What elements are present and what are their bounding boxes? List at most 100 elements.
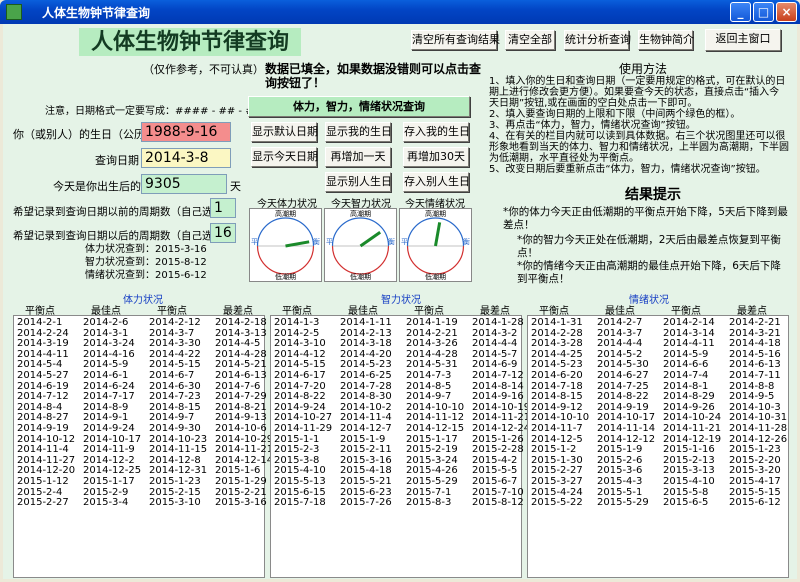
lower-arc xyxy=(331,245,390,275)
upper-arc xyxy=(331,217,390,247)
usage-step: 2、填入要查询日期的上限和下限（中间两个绿色的框）。 xyxy=(489,109,741,120)
days-label: 今天是你出生后的第 xyxy=(53,180,152,193)
cycle-list-panel[interactable]: 2014-1-3 2014-1-11 2014-1-19 2014-1-28 2014-… xyxy=(270,315,530,578)
list-date-cell: 2014-11-29 xyxy=(274,423,333,434)
list-column-header: 最佳点 xyxy=(605,306,635,317)
list-date-cell: 2015-1-17 xyxy=(83,476,135,487)
list-date-cell: 2015-8-3 xyxy=(406,497,452,509)
list-date-cell: 2015-1-23 xyxy=(149,476,201,487)
after-cycles-input[interactable]: 16 xyxy=(210,223,236,243)
stats-button[interactable]: 统计分析查询 xyxy=(564,30,631,50)
intellectual-dial-svg: 高潮期低潮期 平 衡 xyxy=(326,209,395,281)
show-today-button[interactable]: 显示今天日期 xyxy=(251,147,318,167)
result-line-emotional: *你的情绪今天正由高潮期的最佳点开始下降，6天后下降到平衡点！ xyxy=(517,260,781,285)
dial-right-label: 衡 xyxy=(388,237,395,246)
cycle-list-panel[interactable]: 2014-1-31 2014-2-7 2014-2-14 2014-2-21 2014-… xyxy=(527,315,789,578)
dial-left-label: 平 xyxy=(251,238,258,246)
close-button[interactable]: × xyxy=(776,2,797,22)
list-date-cell: 2015-1-29 xyxy=(215,476,267,487)
page-title: 人体生物钟节律查询 xyxy=(79,28,301,56)
list-column-header: 平衡点 xyxy=(671,306,701,317)
days-unit: 天 xyxy=(230,180,241,193)
list-date-cell: 2015-3-10 xyxy=(149,497,201,509)
dial-bottom-label: 低潮期 xyxy=(275,272,296,281)
save-my-birthday-button[interactable]: 存入我的生日 xyxy=(403,122,470,142)
list-date-cell: 2015-5-13 xyxy=(274,476,326,487)
list-date-cell: 2015-7-18 xyxy=(274,497,326,509)
list-date-cell: 2014-7-3 xyxy=(406,370,452,381)
show-my-birthday-button[interactable]: 显示我的生日 xyxy=(325,122,392,142)
dial-needle xyxy=(359,231,382,248)
emotional-dial-svg: 高潮期低潮期 平 衡 xyxy=(401,209,470,281)
list-column-header: 最佳点 xyxy=(348,306,378,317)
list-date-cell: 2015-5-29 xyxy=(406,476,458,487)
dial-right-label: 衡 xyxy=(313,237,320,246)
list-date-cell: 2014-1-28 xyxy=(472,317,524,328)
usage-title: 使用方法 xyxy=(619,62,668,76)
dial-top-label: 高潮期 xyxy=(350,209,371,218)
list-date-cell: 2014-6-7 xyxy=(149,370,195,381)
list-date-cell: 2014-7-12 xyxy=(472,370,524,381)
minimize-button[interactable]: _ xyxy=(730,2,751,22)
list-date-cell: 2015-1-12 xyxy=(17,476,69,487)
list-date-cell: 2014-7-11 xyxy=(729,370,781,381)
title-bar[interactable]: 人体生物钟节律查询 _ □ × xyxy=(0,0,800,24)
list-date-cell: 2015-6-5 xyxy=(663,497,709,509)
list-column-header: 平衡点 xyxy=(282,306,312,317)
days-output: 9305 xyxy=(141,174,227,194)
list-column-header: 最差点 xyxy=(223,306,253,317)
result-title: 结果提示 xyxy=(625,187,681,203)
list-date-cell: 2014-1-11 xyxy=(340,317,392,328)
list-column-header: 平衡点 xyxy=(414,306,444,317)
intro-button[interactable]: 生物钟简介 xyxy=(638,30,694,50)
list-column-header: 最佳点 xyxy=(91,306,121,317)
list-date-cell: 2014-11-21 xyxy=(663,423,722,434)
list-date-cell: 2014-11-7 xyxy=(531,423,583,434)
maximize-button[interactable]: □ xyxy=(753,2,774,22)
dial-right-label: 衡 xyxy=(463,237,470,246)
back-main-button[interactable]: 返回主窗口 xyxy=(705,29,781,51)
add-30-days-button[interactable]: 再增加30天 xyxy=(403,147,469,167)
list-date-cell: 2015-4-17 xyxy=(729,476,781,487)
list-date-cell: 2014-10-6 xyxy=(215,423,267,434)
dial-top-label: 高潮期 xyxy=(425,209,446,218)
usage-step: 3、再点击“体力，智力，情绪状况查询”按钮。 xyxy=(489,120,696,131)
query-date-input[interactable]: 2014-3-8 xyxy=(141,148,231,168)
show-other-birthday-button[interactable]: 显示别人生日 xyxy=(325,172,392,192)
list-date-cell: 2015-3-4 xyxy=(83,497,129,509)
list-date-cell: 2014-6-1 xyxy=(83,370,129,381)
list-column-header: 平衡点 xyxy=(25,306,55,317)
usage-step: 4、在有关的栏目内就可以读到具体数据。右三个状况图里还可以很形象地看到当天的体力… xyxy=(489,131,789,164)
list-date-cell: 2015-5-21 xyxy=(340,476,392,487)
physical-dial-svg: 高潮期低潮期 平 衡 xyxy=(251,209,320,281)
list-date-cell: 2014-11-14 xyxy=(597,423,656,434)
list-column-header: 平衡点 xyxy=(157,306,187,317)
dial-left-label: 平 xyxy=(326,238,333,246)
save-other-birthday-button[interactable]: 存入别人生日 xyxy=(403,172,470,192)
query-button[interactable]: 体力，智力，情绪状况查询 xyxy=(248,96,470,117)
app-window: 人体生物钟节律查询 _ □ × 人体生物钟节律查询 （仅作参考，不可认真） 数据… xyxy=(0,0,800,582)
page-subtitle: （仅作参考，不可认真） xyxy=(143,63,264,76)
list-date-cell: 2014-12-15 xyxy=(406,423,465,434)
client-area: 人体生物钟节律查询 （仅作参考，不可认真） 数据已填全，如果数据没错则可以点击查… xyxy=(3,24,797,579)
list-date-cell: 2015-4-10 xyxy=(663,476,715,487)
list-date-cell: 2014-12-7 xyxy=(340,423,392,434)
birthday-input[interactable]: 1988-9-16 xyxy=(141,122,231,142)
cycle-list-panel[interactable]: 2014-2-1 2014-2-6 2014-2-12 2014-2-18 2014-2… xyxy=(13,315,273,578)
list-date-cell: 2015-5-29 xyxy=(597,497,649,509)
dial-needle xyxy=(434,222,442,247)
result-line-intellectual: *你的智力今天正处在低潮期，2天后由最差点恢复到平衡点！ xyxy=(517,234,781,259)
list-date-cell: 2014-2-21 xyxy=(729,317,781,328)
dial-bottom-label: 低潮期 xyxy=(350,272,371,281)
physical-dial: 高潮期 低潮期 平 衡 xyxy=(249,208,322,282)
list-date-cell: 2014-6-20 xyxy=(531,370,583,381)
emotional-end-date: 情绪状况查到：2015-6-12 xyxy=(85,270,207,281)
list-date-cell: 2014-2-6 xyxy=(83,317,129,328)
clear-results-button[interactable]: 清空所有查询结果 xyxy=(411,30,500,50)
add-one-day-button[interactable]: 再增加一天 xyxy=(325,147,391,167)
show-default-date-button[interactable]: 显示默认日期 xyxy=(251,122,318,142)
intellectual-dial: 高潮期低潮期 平 衡 xyxy=(324,208,397,282)
list-date-cell: 2015-3-16 xyxy=(215,497,267,509)
before-cycles-input[interactable]: 1 xyxy=(210,198,236,218)
clear-all-button[interactable]: 清空全部 xyxy=(505,30,555,50)
